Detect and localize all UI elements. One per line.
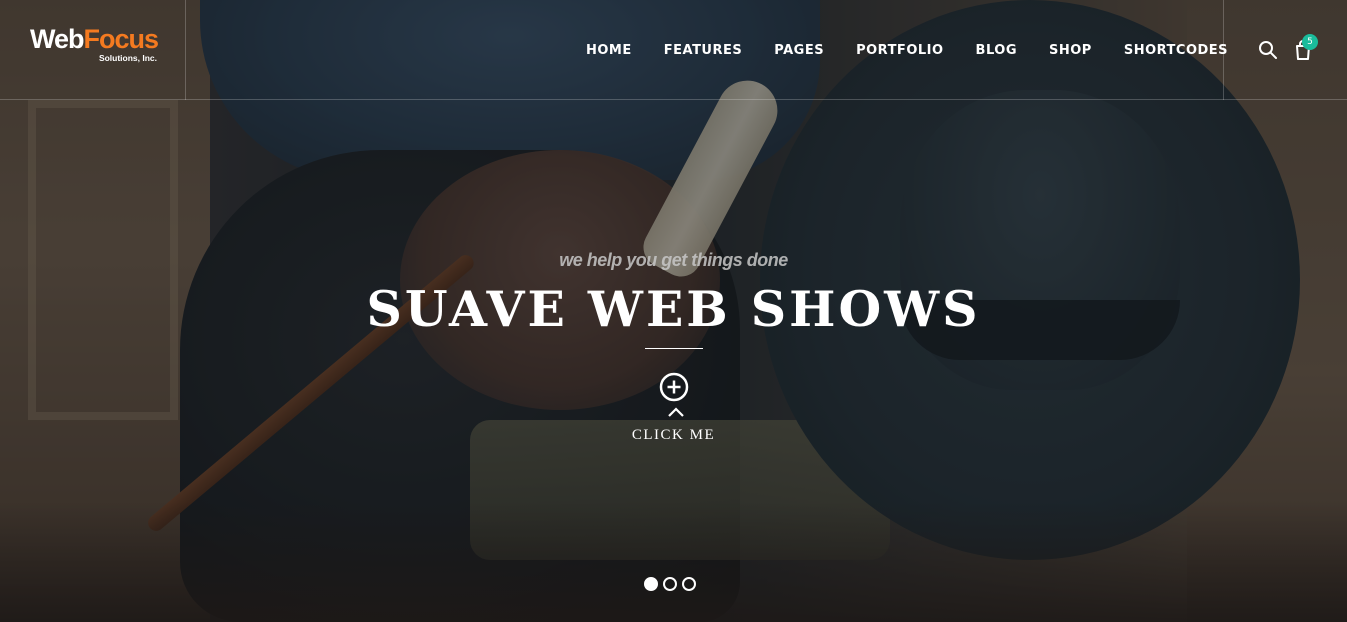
site-header: WebFocus Solutions, Inc. HOME FEATURES P… (0, 0, 1347, 100)
slider-dot-1[interactable] (644, 577, 658, 591)
plus-circle-icon[interactable] (659, 372, 689, 402)
nav-item-shop[interactable]: SHOP (1033, 43, 1108, 58)
headline-divider (645, 348, 703, 349)
nav-item-blog[interactable]: BLOG (960, 43, 1033, 58)
search-icon[interactable] (1258, 40, 1278, 60)
logo-container: WebFocus Solutions, Inc. (0, 0, 186, 100)
slider-pagination (644, 577, 696, 591)
slider-dot-3[interactable] (682, 577, 696, 591)
slider-dot-2[interactable] (663, 577, 677, 591)
hero-tagline: we help you get things done (559, 250, 788, 270)
nav-item-portfolio[interactable]: PORTFOLIO (840, 43, 959, 58)
logo-wordmark: WebFocus (30, 24, 160, 54)
cta-click-me[interactable]: CLICK ME (0, 427, 1347, 444)
main-navigation: HOME FEATURES PAGES PORTFOLIO BLOG SHOP … (570, 0, 1244, 100)
hero-slider: WebFocus Solutions, Inc. HOME FEATURES P… (0, 0, 1347, 622)
nav-item-features[interactable]: FEATURES (648, 43, 759, 58)
logo-accent-text: Focus (83, 24, 160, 54)
nav-item-home[interactable]: HOME (570, 43, 648, 58)
cart-count-badge: 5 (1302, 34, 1318, 50)
logo-subtitle: Solutions, Inc. (98, 53, 158, 63)
header-tools: 5 (1223, 0, 1347, 100)
logo-primary-text: Web (30, 24, 85, 54)
site-logo[interactable]: WebFocus Solutions, Inc. (30, 24, 160, 63)
hero-headline: SUAVE WEB SHOWS (366, 280, 981, 338)
nav-item-pages[interactable]: PAGES (758, 43, 840, 58)
chevron-up-icon (668, 407, 684, 417)
